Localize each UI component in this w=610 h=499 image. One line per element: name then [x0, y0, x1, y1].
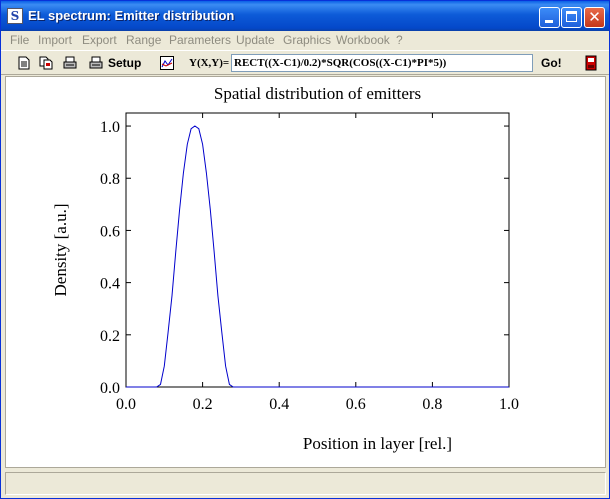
chart: Spatial distribution of emitters Position…: [51, 84, 519, 453]
toolbar: Setup Y(X,Y)= RECT((X-C1)/0.2)*SQR(COS((…: [1, 50, 609, 75]
setup-button[interactable]: Setup: [108, 56, 141, 70]
minimize-button[interactable]: [539, 7, 560, 28]
x-tick-label: 0.4: [269, 396, 289, 413]
menu-workbook[interactable]: Workbook: [336, 33, 390, 47]
print-icon[interactable]: [63, 56, 77, 70]
app-window: S EL spectrum: Emitter distribution ✕ Fi…: [0, 0, 610, 499]
app-icon[interactable]: S: [7, 8, 23, 24]
y-axis-label: Density [a.u.]: [51, 203, 70, 296]
window-title: EL spectrum: Emitter distribution: [28, 8, 235, 23]
plot-area: Spatial distribution of emitters Position…: [5, 76, 606, 468]
go-button[interactable]: Go!: [541, 56, 562, 70]
formula-input[interactable]: RECT((X-C1)/0.2)*SQR(COS((X-C1)*PI*5)): [231, 54, 533, 72]
menu-export[interactable]: Export: [82, 33, 117, 47]
y-tick-label: 0.0: [100, 380, 120, 397]
maximize-icon: [566, 11, 577, 22]
menu-graphics[interactable]: Graphics: [283, 33, 331, 47]
maximize-button[interactable]: [561, 7, 582, 28]
status-bar: [5, 472, 606, 495]
y-tick-label: 0.8: [100, 171, 120, 188]
graph-settings-icon[interactable]: [160, 56, 174, 70]
menu-update[interactable]: Update: [236, 33, 275, 47]
formula-label: Y(X,Y)=: [189, 57, 230, 69]
series-line: [126, 125, 509, 388]
close-icon: ✕: [588, 8, 601, 26]
x-tick-label: 0.6: [346, 396, 366, 413]
menu-bar: File Import Export Range Parameters Upda…: [1, 31, 609, 50]
exit-icon[interactable]: [585, 55, 597, 71]
print-setup-icon[interactable]: [89, 56, 103, 70]
chart-title: Spatial distribution of emitters: [214, 84, 421, 103]
title-bar[interactable]: S EL spectrum: Emitter distribution ✕: [1, 1, 609, 31]
x-tick-label: 1.0: [499, 396, 519, 413]
new-document-icon[interactable]: [17, 56, 31, 70]
x-tick-label: 0.8: [422, 396, 442, 413]
menu-help[interactable]: ?: [396, 33, 403, 47]
close-button[interactable]: ✕: [584, 7, 605, 28]
x-tick-label: 0.0: [116, 396, 136, 413]
x-axis-label: Position in layer [rel.]: [303, 434, 452, 453]
menu-import[interactable]: Import: [38, 33, 72, 47]
menu-parameters[interactable]: Parameters: [169, 33, 231, 47]
minimize-icon: [545, 20, 553, 23]
menu-range[interactable]: Range: [126, 33, 161, 47]
y-tick-label: 0.6: [100, 223, 120, 240]
plot-frame: [125, 112, 510, 388]
copy-document-icon[interactable]: [39, 56, 53, 70]
y-tick-label: 0.4: [100, 276, 120, 293]
menu-file[interactable]: File: [10, 33, 29, 47]
y-tick-label: 1.0: [100, 119, 120, 136]
x-tick-label: 0.2: [193, 396, 213, 413]
y-tick-label: 0.2: [100, 328, 120, 345]
